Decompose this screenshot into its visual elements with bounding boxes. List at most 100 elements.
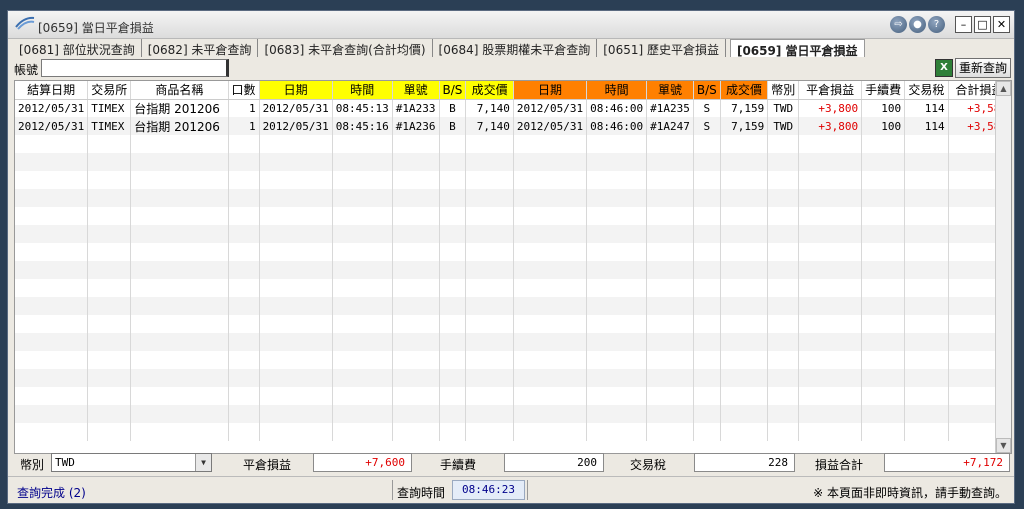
empty-cell [646,279,694,297]
tab-0681[interactable]: [0681] 部位狀況查詢 [13,39,142,57]
empty-cell [392,189,440,207]
empty-cell [646,333,694,351]
empty-cell [332,369,393,387]
tab-0683[interactable]: [0683] 未平倉查詢(合計均價) [258,39,433,57]
column-header[interactable]: 口數 [228,81,260,100]
empty-cell [392,243,440,261]
excel-icon[interactable]: X [935,59,953,77]
column-header[interactable]: 成交價 [720,81,769,100]
table-cell: #1A236 [392,117,440,135]
empty-cell [646,225,694,243]
empty-cell [513,261,588,279]
empty-cell [259,207,333,225]
refresh-button[interactable]: 重新查詢 [955,58,1011,78]
pnl-grid[interactable]: 結算日期 交易所 商品名稱 口數 日期 時間 單號 B/S 成交價 日期 時間 單號 B/S 成交價 幣別平… [14,80,1012,454]
empty-cell [15,243,89,261]
empty-cell [439,423,467,441]
empty-cell [87,225,132,243]
empty-cell [130,153,229,171]
column-header[interactable]: 日期 [513,81,588,100]
info-icon[interactable]: ● [909,16,926,33]
empty-cell [439,135,467,153]
table-cell: 2012/05/31 [259,117,333,135]
maximize-icon[interactable]: □ [974,16,991,33]
empty-cell [87,297,132,315]
column-header[interactable]: 手續費 [861,81,906,100]
tab-0651[interactable]: [0651] 歷史平倉損益 [597,39,726,57]
table-row[interactable]: 2012/05/31 TIMEX 台指期 201206 1 2012/05/31 08:4… [15,99,1011,117]
tab-0682[interactable]: [0682] 未平倉查詢 [142,39,259,57]
empty-cell [904,405,949,423]
empty-cell [439,315,467,333]
table-row[interactable]: 2012/05/31 TIMEX 台指期 201206 1 2012/05/31 08:4… [15,117,1011,135]
empty-cell [767,135,800,153]
empty-cell [465,387,514,405]
empty-cell [693,261,721,279]
column-header[interactable]: 結算日期 [15,81,89,100]
empty-cell [465,279,514,297]
currency-select[interactable]: TWD ▼ [51,453,212,472]
empty-cell [646,423,694,441]
empty-cell [693,243,721,261]
table-cell: 08:46:00 [586,117,648,135]
empty-cell [87,135,132,153]
column-header[interactable]: 幣別 [767,81,800,100]
empty-cell [586,225,648,243]
empty-cell [798,207,863,225]
empty-cell [465,405,514,423]
vertical-scrollbar[interactable]: ▲ ▼ [995,81,1011,453]
tab-0659[interactable]: [0659] 當日平倉損益 [729,39,865,58]
empty-cell [332,189,393,207]
empty-cell [228,279,260,297]
empty-cell [130,315,229,333]
empty-cell [130,243,229,261]
empty-cell [513,135,588,153]
chevron-down-icon[interactable]: ▼ [195,454,211,471]
table-cell: 114 [904,99,949,117]
empty-cell [465,369,514,387]
column-header[interactable]: 平倉損益 [798,81,863,100]
empty-cell [513,153,588,171]
column-header[interactable]: 商品名稱 [130,81,229,100]
empty-cell [513,387,588,405]
empty-cell [720,153,769,171]
close-icon[interactable]: ✕ [993,16,1010,33]
empty-cell [332,171,393,189]
column-header[interactable]: B/S [439,81,467,100]
empty-cell [332,153,393,171]
empty-cell [392,387,440,405]
table-cell: TIMEX [87,99,132,117]
empty-cell [513,423,588,441]
column-header[interactable]: 時間 [586,81,648,100]
table-cell: 100 [861,117,906,135]
empty-cell [693,333,721,351]
empty-cell [392,333,440,351]
empty-cell [861,225,906,243]
empty-cell [259,279,333,297]
column-header[interactable]: 交易所 [87,81,132,100]
account-input[interactable] [41,59,229,77]
column-header[interactable]: 單號 [392,81,440,100]
scroll-down-icon[interactable]: ▼ [996,438,1011,453]
scroll-up-icon[interactable]: ▲ [996,81,1011,96]
empty-cell [87,315,132,333]
minimize-icon[interactable]: – [955,16,972,33]
table-cell: 7,159 [720,117,769,135]
empty-cell [646,207,694,225]
status-divider [527,480,528,500]
empty-cell [586,171,648,189]
empty-cell [332,207,393,225]
column-header[interactable]: 交易稅 [904,81,949,100]
column-header[interactable]: 成交價 [465,81,514,100]
empty-cell [228,315,260,333]
empty-cell [130,405,229,423]
export-icon[interactable]: ⇨ [890,16,907,33]
tab-0684[interactable]: [0684] 股票期權未平倉查詢 [433,39,598,57]
empty-cell [904,261,949,279]
empty-row [15,243,1011,261]
column-header[interactable]: 單號 [646,81,694,100]
column-header[interactable]: 時間 [332,81,393,100]
help-icon[interactable]: ? [928,16,945,33]
column-header[interactable]: B/S [693,81,721,100]
column-header[interactable]: 日期 [259,81,333,100]
